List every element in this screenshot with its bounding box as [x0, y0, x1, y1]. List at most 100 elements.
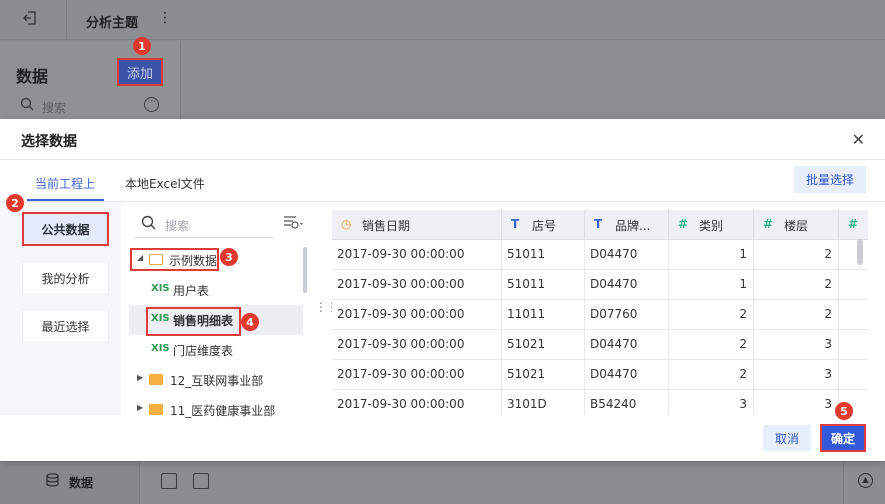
column-header-label: 品牌...: [615, 219, 651, 233]
top-bar: 分析主题 ⋮: [0, 0, 885, 40]
add-table-icon[interactable]: [193, 473, 209, 489]
tab-data[interactable]: 数据: [0, 462, 140, 504]
column-header[interactable]: T 店号: [502, 210, 585, 240]
add-data-button[interactable]: 添加: [117, 58, 163, 86]
table-cell: 3: [754, 360, 839, 390]
column-header-label: 楼层: [784, 219, 809, 233]
table-cell: 2017-09-30 00:00:00: [332, 240, 502, 270]
tree-folder-sample-data[interactable]: ◢ 示例数据: [129, 245, 303, 275]
date-type-icon: ◷: [341, 217, 352, 231]
bottom-bar: 数据 ▲: [0, 461, 885, 504]
folder-open-icon: [149, 254, 163, 265]
tree-node-label: 销售明细表: [173, 314, 234, 328]
tree-folder-medical[interactable]: ▶ 11_医药健康事业部: [129, 395, 303, 425]
tree-node-label: 示例数据: [169, 254, 218, 268]
folder-icon: [149, 374, 163, 385]
column-header[interactable]: # 类别: [669, 210, 754, 240]
table-scrollbar[interactable]: [857, 239, 863, 265]
table-cell: 3: [754, 390, 839, 415]
column-header-label: 店号: [532, 219, 557, 233]
column-header-label: 类别: [699, 219, 724, 233]
tree-node-label: 用户表: [173, 284, 210, 298]
table-cell: [839, 330, 868, 360]
tab-local-excel[interactable]: 本地Excel文件: [125, 175, 205, 192]
data-panel-title: 数据: [16, 67, 49, 86]
table-cell: 1: [669, 240, 754, 270]
confirm-button[interactable]: 确定: [820, 424, 866, 452]
data-search[interactable]: 搜索 ···: [20, 97, 165, 118]
number-type-icon: #: [763, 217, 774, 231]
tree-node-label: 门店维度表: [173, 344, 234, 358]
table-cell: 2017-09-30 00:00:00: [332, 330, 502, 360]
column-header[interactable]: #: [839, 210, 868, 240]
table-cell: 2017-09-30 00:00:00: [332, 270, 502, 300]
table-cell: 2: [669, 300, 754, 330]
table-cell: 1: [669, 270, 754, 300]
source-tabs: 当前工程上 本地Excel文件: [0, 166, 885, 202]
table-cell: D04470: [585, 270, 669, 300]
table-cell: 2017-09-30 00:00:00: [332, 300, 502, 330]
step-badge-1: 1: [133, 37, 151, 55]
excel-icon: XIS: [151, 343, 170, 354]
caret-right-icon[interactable]: ▶: [137, 373, 143, 382]
chevron-up-icon[interactable]: ▲: [858, 473, 873, 488]
caret-down-icon[interactable]: ◢: [137, 253, 143, 262]
table-cell: 2: [669, 360, 754, 390]
add-component-icon[interactable]: [161, 473, 177, 489]
vertical-dots-icon[interactable]: ⋮: [158, 10, 172, 26]
excel-icon: XIS: [151, 283, 170, 294]
sidebar-item-public-data[interactable]: 公共数据: [22, 212, 109, 246]
data-panel: 数据 添加 搜索 ···: [0, 41, 181, 121]
table-cell: 3: [754, 330, 839, 360]
divider: [66, 0, 67, 40]
table-cell: D04470: [585, 330, 669, 360]
table-cell: 2017-09-30 00:00:00: [332, 360, 502, 390]
search-icon: [141, 215, 156, 234]
table-cell: [839, 300, 868, 330]
table-cell: 2: [754, 270, 839, 300]
table-cell: 51011: [502, 270, 585, 300]
tree-folder-internet[interactable]: ▶ 12_互联网事业部: [129, 365, 303, 395]
tree-item-user-table[interactable]: XIS 用户表: [129, 275, 303, 305]
divider: [843, 462, 844, 504]
tab-current-project[interactable]: 当前工程上: [35, 175, 95, 192]
batch-select-button[interactable]: 批量选择: [794, 166, 866, 193]
table-cell: D04470: [585, 360, 669, 390]
table-cell: 51011: [502, 240, 585, 270]
excel-icon: XIS: [151, 313, 170, 324]
sidebar-item-recent[interactable]: 最近选择: [22, 309, 109, 343]
data-preview-table: ◷ 销售日期 T 店号 T 品牌... # 类别 # 楼层 # 2017-09-…: [332, 210, 868, 415]
dialog-title: 选择数据: [21, 134, 77, 150]
more-options-icon[interactable]: ···: [144, 97, 159, 112]
table-cell: 3: [669, 390, 754, 415]
folder-icon: [149, 404, 163, 415]
cancel-button[interactable]: 取消: [763, 425, 811, 451]
text-type-icon: T: [511, 217, 520, 231]
tree-search-input[interactable]: 搜索: [135, 212, 273, 238]
tree-item-sales-detail[interactable]: XIS 销售明细表: [129, 305, 303, 335]
tree-node-label: 11_医药健康事业部: [170, 404, 276, 418]
tree-item-store-dimension[interactable]: XIS 门店维度表: [129, 335, 303, 365]
table-cell: [839, 360, 868, 390]
search-placeholder: 搜索: [42, 101, 67, 115]
tree-search-placeholder: 搜索: [165, 219, 190, 233]
exit-icon[interactable]: [22, 10, 42, 30]
table-cell: D07760: [585, 300, 669, 330]
table-cell: D04470: [585, 240, 669, 270]
data-tree: 搜索 ◢ 示例数据 XIS 用户表 XIS 销售明细表 XIS 门店维度表 ▶ …: [121, 202, 319, 418]
close-icon[interactable]: ✕: [852, 130, 865, 149]
step-badge-4: 4: [241, 313, 259, 331]
caret-right-icon[interactable]: ▶: [137, 403, 143, 412]
step-badge-2: 2: [6, 194, 24, 212]
column-header[interactable]: T 品牌...: [585, 210, 669, 240]
number-type-icon: #: [678, 217, 689, 231]
table-cell: 51021: [502, 360, 585, 390]
table-cell: 51021: [502, 330, 585, 360]
table-cell: [839, 270, 868, 300]
tree-scrollbar[interactable]: [303, 247, 307, 293]
table-cell: 3101D: [502, 390, 585, 415]
column-header[interactable]: ◷ 销售日期: [332, 210, 502, 240]
sidebar-item-my-analysis[interactable]: 我的分析: [22, 261, 109, 295]
filter-sort-icon[interactable]: [283, 214, 305, 232]
column-header[interactable]: # 楼层: [754, 210, 839, 240]
